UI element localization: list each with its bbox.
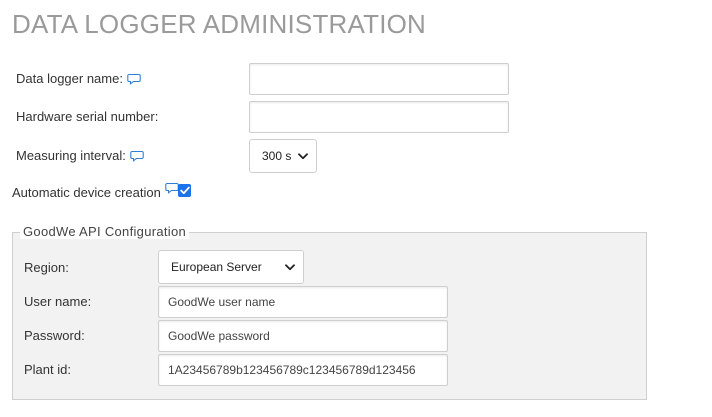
chevron-down-icon <box>285 263 295 271</box>
plant-id-label-row: Plant id: <box>24 362 71 377</box>
auto-create-checkbox[interactable] <box>178 184 191 197</box>
auto-create-label-row: Automatic device creation <box>12 182 179 200</box>
chevron-down-icon <box>298 152 308 160</box>
check-icon <box>179 186 190 195</box>
page-title: DATA LOGGER ADMINISTRATION <box>12 9 427 39</box>
password-label-row: Password: <box>24 328 85 343</box>
username-input[interactable] <box>158 286 448 318</box>
serial-input[interactable] <box>249 101 509 133</box>
interval-select-value: 300 s <box>262 149 292 163</box>
plant-id-label: Plant id: <box>24 362 71 377</box>
plant-id-input[interactable] <box>158 354 448 386</box>
logger-name-label-row: Data logger name: <box>16 71 141 86</box>
goodwe-config-legend: GoodWe API Configuration <box>20 224 190 239</box>
logger-name-label: Data logger name: <box>16 71 123 86</box>
region-select[interactable]: European Server <box>158 250 304 284</box>
interval-select[interactable]: 300 s <box>249 139 317 173</box>
username-label: User name: <box>24 294 92 309</box>
logger-name-input[interactable] <box>249 63 509 95</box>
comment-icon[interactable] <box>130 150 144 162</box>
interval-label-row: Measuring interval: <box>16 148 144 163</box>
serial-label: Hardware serial number: <box>16 109 159 124</box>
auto-create-label: Automatic device creation <box>12 185 161 200</box>
region-select-value: European Server <box>171 260 262 274</box>
region-label: Region: <box>24 260 69 275</box>
password-input[interactable] <box>158 320 448 352</box>
interval-label: Measuring interval: <box>16 148 126 163</box>
region-label-row: Region: <box>24 260 69 275</box>
comment-icon[interactable] <box>127 73 141 85</box>
username-label-row: User name: <box>24 294 91 309</box>
serial-label-row: Hardware serial number: <box>16 109 158 124</box>
password-label: Password: <box>24 328 85 343</box>
comment-icon[interactable] <box>165 182 179 194</box>
